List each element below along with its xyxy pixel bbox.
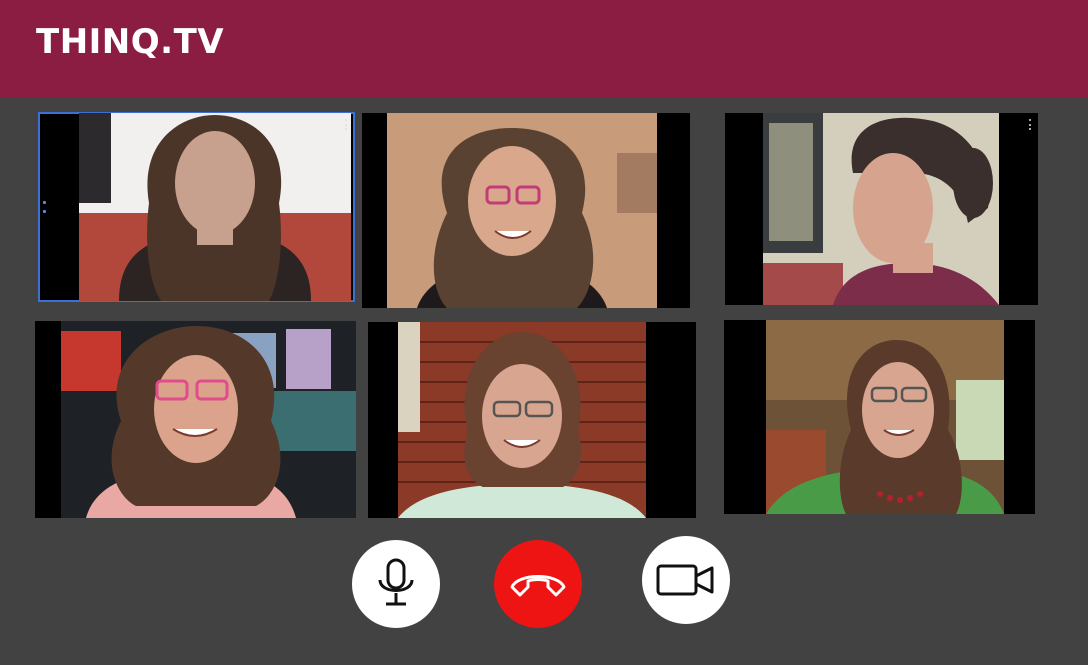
video-tile-5[interactable]	[368, 322, 696, 518]
participant-video	[387, 113, 657, 308]
end-call-button[interactable]	[494, 540, 582, 628]
video-camera-icon	[656, 564, 714, 596]
video-feed	[61, 321, 356, 518]
tile-menu-icon[interactable]	[345, 119, 348, 130]
camera-button[interactable]	[642, 536, 730, 624]
video-feed	[763, 113, 999, 305]
video-feed	[387, 113, 657, 308]
video-tile-4[interactable]	[35, 321, 356, 518]
video-feed	[79, 113, 351, 301]
participant-video	[763, 113, 999, 305]
video-tile-1[interactable]	[38, 112, 355, 302]
microphone-button[interactable]	[352, 540, 440, 628]
participant-video	[766, 320, 1004, 514]
participant-video	[79, 113, 351, 301]
phone-hangup-icon	[510, 575, 566, 597]
app-header: THINQ.TV	[0, 0, 1088, 97]
video-tile-2[interactable]	[362, 113, 690, 308]
microphone-icon	[378, 558, 414, 606]
call-controls	[0, 536, 1088, 636]
participant-video	[398, 322, 646, 518]
tile-menu-icon[interactable]	[1029, 119, 1032, 130]
video-tile-6[interactable]	[724, 320, 1035, 514]
video-feed	[766, 320, 1004, 514]
video-tile-3[interactable]	[725, 113, 1038, 305]
app-brand-title: THINQ.TV	[36, 22, 225, 62]
drag-handle-icon[interactable]	[43, 201, 46, 213]
participant-video	[61, 321, 356, 518]
video-feed	[398, 322, 646, 518]
